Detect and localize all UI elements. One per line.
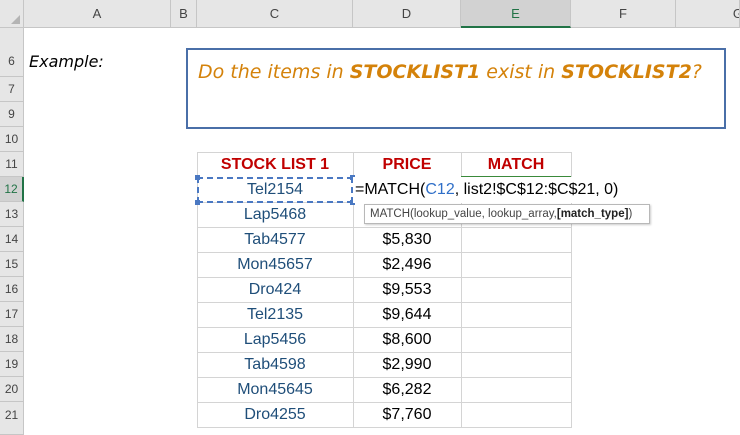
- resize-handle[interactable]: [195, 200, 200, 205]
- row-header-14[interactable]: 14: [0, 227, 24, 252]
- row-header-11[interactable]: 11: [0, 152, 24, 177]
- select-all-corner[interactable]: [0, 0, 24, 28]
- formula-ref-c12: C12: [425, 181, 455, 198]
- row-header-16[interactable]: 16: [0, 277, 24, 302]
- selected-reference-cell[interactable]: [197, 177, 353, 203]
- row-header-6-label: 6: [8, 54, 15, 68]
- tooltip-func: MATCH(lookup_value, lookup_array,: [370, 208, 557, 220]
- price-cell-d18[interactable]: $8,600: [353, 327, 461, 352]
- formula-rest: , list2!$C$12:$C$21, 0): [454, 181, 619, 198]
- price-cell-d15[interactable]: $2,496: [353, 252, 461, 277]
- formula-start: =MATCH(: [355, 181, 426, 198]
- row-line: [197, 427, 571, 428]
- price-cell-d21[interactable]: $7,760: [353, 402, 461, 427]
- stock-cell-c19[interactable]: Tab4598: [197, 352, 353, 377]
- question-suffix: ?: [691, 61, 702, 83]
- header-match[interactable]: MATCH: [461, 152, 571, 177]
- column-header-c[interactable]: C: [197, 0, 353, 28]
- row-header-7[interactable]: 7: [0, 77, 24, 102]
- row-header-6[interactable]: 6: [0, 28, 24, 77]
- stock-cell-c13[interactable]: Lap5468: [197, 202, 353, 227]
- price-cell-d20[interactable]: $6,282: [353, 377, 461, 402]
- stock-cell-c21[interactable]: Dro4255: [197, 402, 353, 427]
- example-label[interactable]: Example:: [29, 52, 104, 71]
- resize-handle[interactable]: [195, 175, 200, 180]
- column-header-g[interactable]: G: [676, 0, 740, 28]
- price-cell-d17[interactable]: $9,644: [353, 302, 461, 327]
- column-header-b[interactable]: B: [171, 0, 197, 28]
- price-cell-d19[interactable]: $2,990: [353, 352, 461, 377]
- function-signature-tooltip[interactable]: MATCH(lookup_value, lookup_array, [match…: [364, 204, 650, 224]
- stock-cell-c15[interactable]: Mon45657: [197, 252, 353, 277]
- row-header-9[interactable]: 9: [0, 102, 24, 127]
- row-header-19[interactable]: 19: [0, 352, 24, 377]
- question-list1: STOCKLIST1: [349, 61, 481, 83]
- tooltip-match-type: [match_type]: [556, 208, 629, 220]
- row-header-20[interactable]: 20: [0, 377, 24, 402]
- column-header-f[interactable]: F: [571, 0, 676, 28]
- row-header-15[interactable]: 15: [0, 252, 24, 277]
- question-list2: STOCKLIST2: [561, 61, 692, 83]
- column-header-g-label: G: [733, 6, 739, 21]
- stock-cell-c18[interactable]: Lap5456: [197, 327, 353, 352]
- question-text: Do the items in STOCKLIST1 exist in STOC…: [198, 61, 702, 83]
- column-header-a[interactable]: A: [24, 0, 171, 28]
- row-header-10[interactable]: 10: [0, 127, 24, 152]
- question-prefix: Do the items in: [198, 61, 350, 83]
- stock-cell-c16[interactable]: Dro424: [197, 277, 353, 302]
- row-header-17[interactable]: 17: [0, 302, 24, 327]
- row-header-13[interactable]: 13: [0, 202, 24, 227]
- row-header-21-label: 21: [4, 408, 19, 422]
- select-all-triangle-icon: [11, 15, 20, 24]
- spreadsheet: A B C D E F G 6 7 9 10 11 12 13 14 15 16…: [0, 0, 740, 435]
- column-header-d[interactable]: D: [353, 0, 461, 28]
- price-cell-d14[interactable]: $5,830: [353, 227, 461, 252]
- row-header-12[interactable]: 12: [0, 177, 24, 202]
- stock-cell-c20[interactable]: Mon45645: [197, 377, 353, 402]
- price-cell-d16[interactable]: $9,553: [353, 277, 461, 302]
- question-middle: exist in: [480, 61, 562, 83]
- column-header-e[interactable]: E: [461, 0, 571, 28]
- formula-in-cell-editor[interactable]: =MATCH(C12, list2!$C$12:$C$21, 0): [353, 177, 676, 203]
- stock-cell-c14[interactable]: Tab4577: [197, 227, 353, 252]
- tooltip-close: ): [628, 208, 633, 220]
- question-callout-box[interactable]: Do the items in STOCKLIST1 exist in STOC…: [186, 48, 726, 129]
- row-header-18[interactable]: 18: [0, 327, 24, 352]
- header-stock-list-1[interactable]: STOCK LIST 1: [197, 152, 353, 177]
- header-price[interactable]: PRICE: [353, 152, 461, 177]
- row-header-21[interactable]: 21: [0, 402, 24, 435]
- stock-cell-c17[interactable]: Tel2135: [197, 302, 353, 327]
